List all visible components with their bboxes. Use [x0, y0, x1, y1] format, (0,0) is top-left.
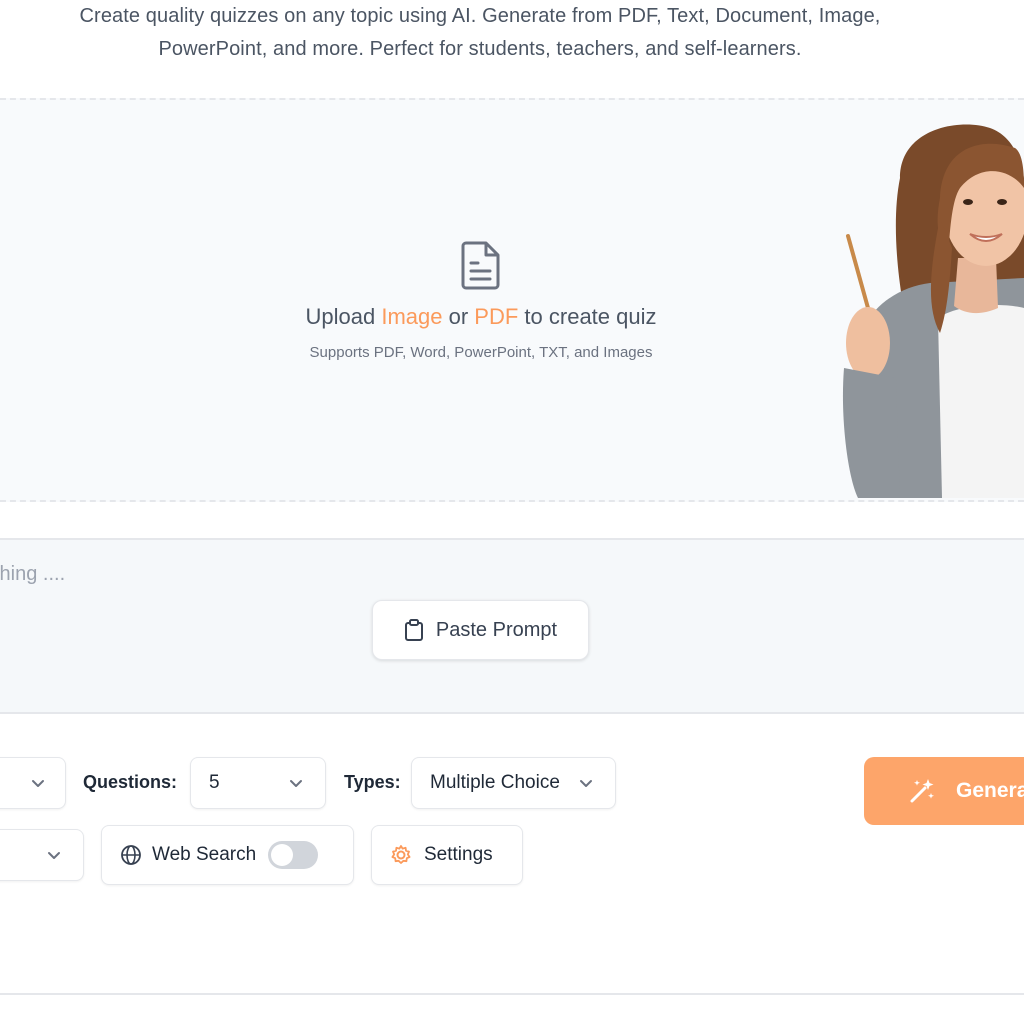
- chevron-down-icon: [48, 852, 60, 859]
- paste-prompt-label: Paste Prompt: [435, 618, 558, 641]
- language-select[interactable]: [0, 757, 66, 809]
- divider: [0, 993, 1024, 995]
- types-label: Types:: [344, 772, 401, 792]
- subtitle-line-2: PowerPoint, and more. Perfect for studen…: [158, 38, 802, 60]
- web-search-switch[interactable]: [268, 841, 319, 869]
- chevron-down-icon: [32, 780, 44, 787]
- questions-value: 5: [209, 772, 220, 793]
- upload-title-or: or: [448, 304, 469, 329]
- subtitle-line-1: Create quality quizzes on any topic usin…: [79, 5, 881, 27]
- gear-icon: [391, 845, 411, 864]
- settings-button[interactable]: Settings: [371, 825, 523, 885]
- chevron-down-icon: [580, 780, 592, 787]
- questions-select[interactable]: 5: [190, 757, 326, 809]
- generate-label: Genera: [956, 779, 1024, 802]
- illustration-student: [842, 124, 1024, 498]
- settings-label: Settings: [424, 844, 493, 865]
- web-search-label: Web Search: [152, 844, 257, 865]
- paste-prompt-button[interactable]: Paste Prompt: [372, 600, 589, 660]
- upload-title-suffix: to create quiz: [524, 304, 657, 329]
- upload-pdf-link[interactable]: PDF: [474, 304, 518, 329]
- upload-title: Upload Image or PDF to create quiz: [0, 304, 962, 330]
- upload-image-link[interactable]: Image: [381, 304, 442, 329]
- globe-icon: [121, 845, 141, 865]
- prompt-placeholder: thing ....: [0, 563, 66, 585]
- model-select[interactable]: [0, 829, 84, 881]
- types-select[interactable]: Multiple Choice: [411, 757, 616, 809]
- chevron-down-icon: [290, 780, 302, 787]
- types-value: Multiple Choice: [430, 772, 560, 793]
- generate-button[interactable]: Genera: [864, 757, 1024, 825]
- upload-title-prefix: Upload: [305, 304, 376, 329]
- questions-label: Questions:: [83, 772, 178, 792]
- toggle-knob: [271, 844, 294, 866]
- web-search-toggle-group[interactable]: Web Search: [101, 825, 354, 885]
- document-icon: [461, 241, 500, 290]
- clipboard-icon: [404, 619, 423, 641]
- page-subtitle: Create quality quizzes on any topic usin…: [0, 0, 960, 66]
- upload-supported-formats: Supports PDF, Word, PowerPoint, TXT, and…: [309, 344, 653, 361]
- magic-wand-icon: [910, 779, 934, 803]
